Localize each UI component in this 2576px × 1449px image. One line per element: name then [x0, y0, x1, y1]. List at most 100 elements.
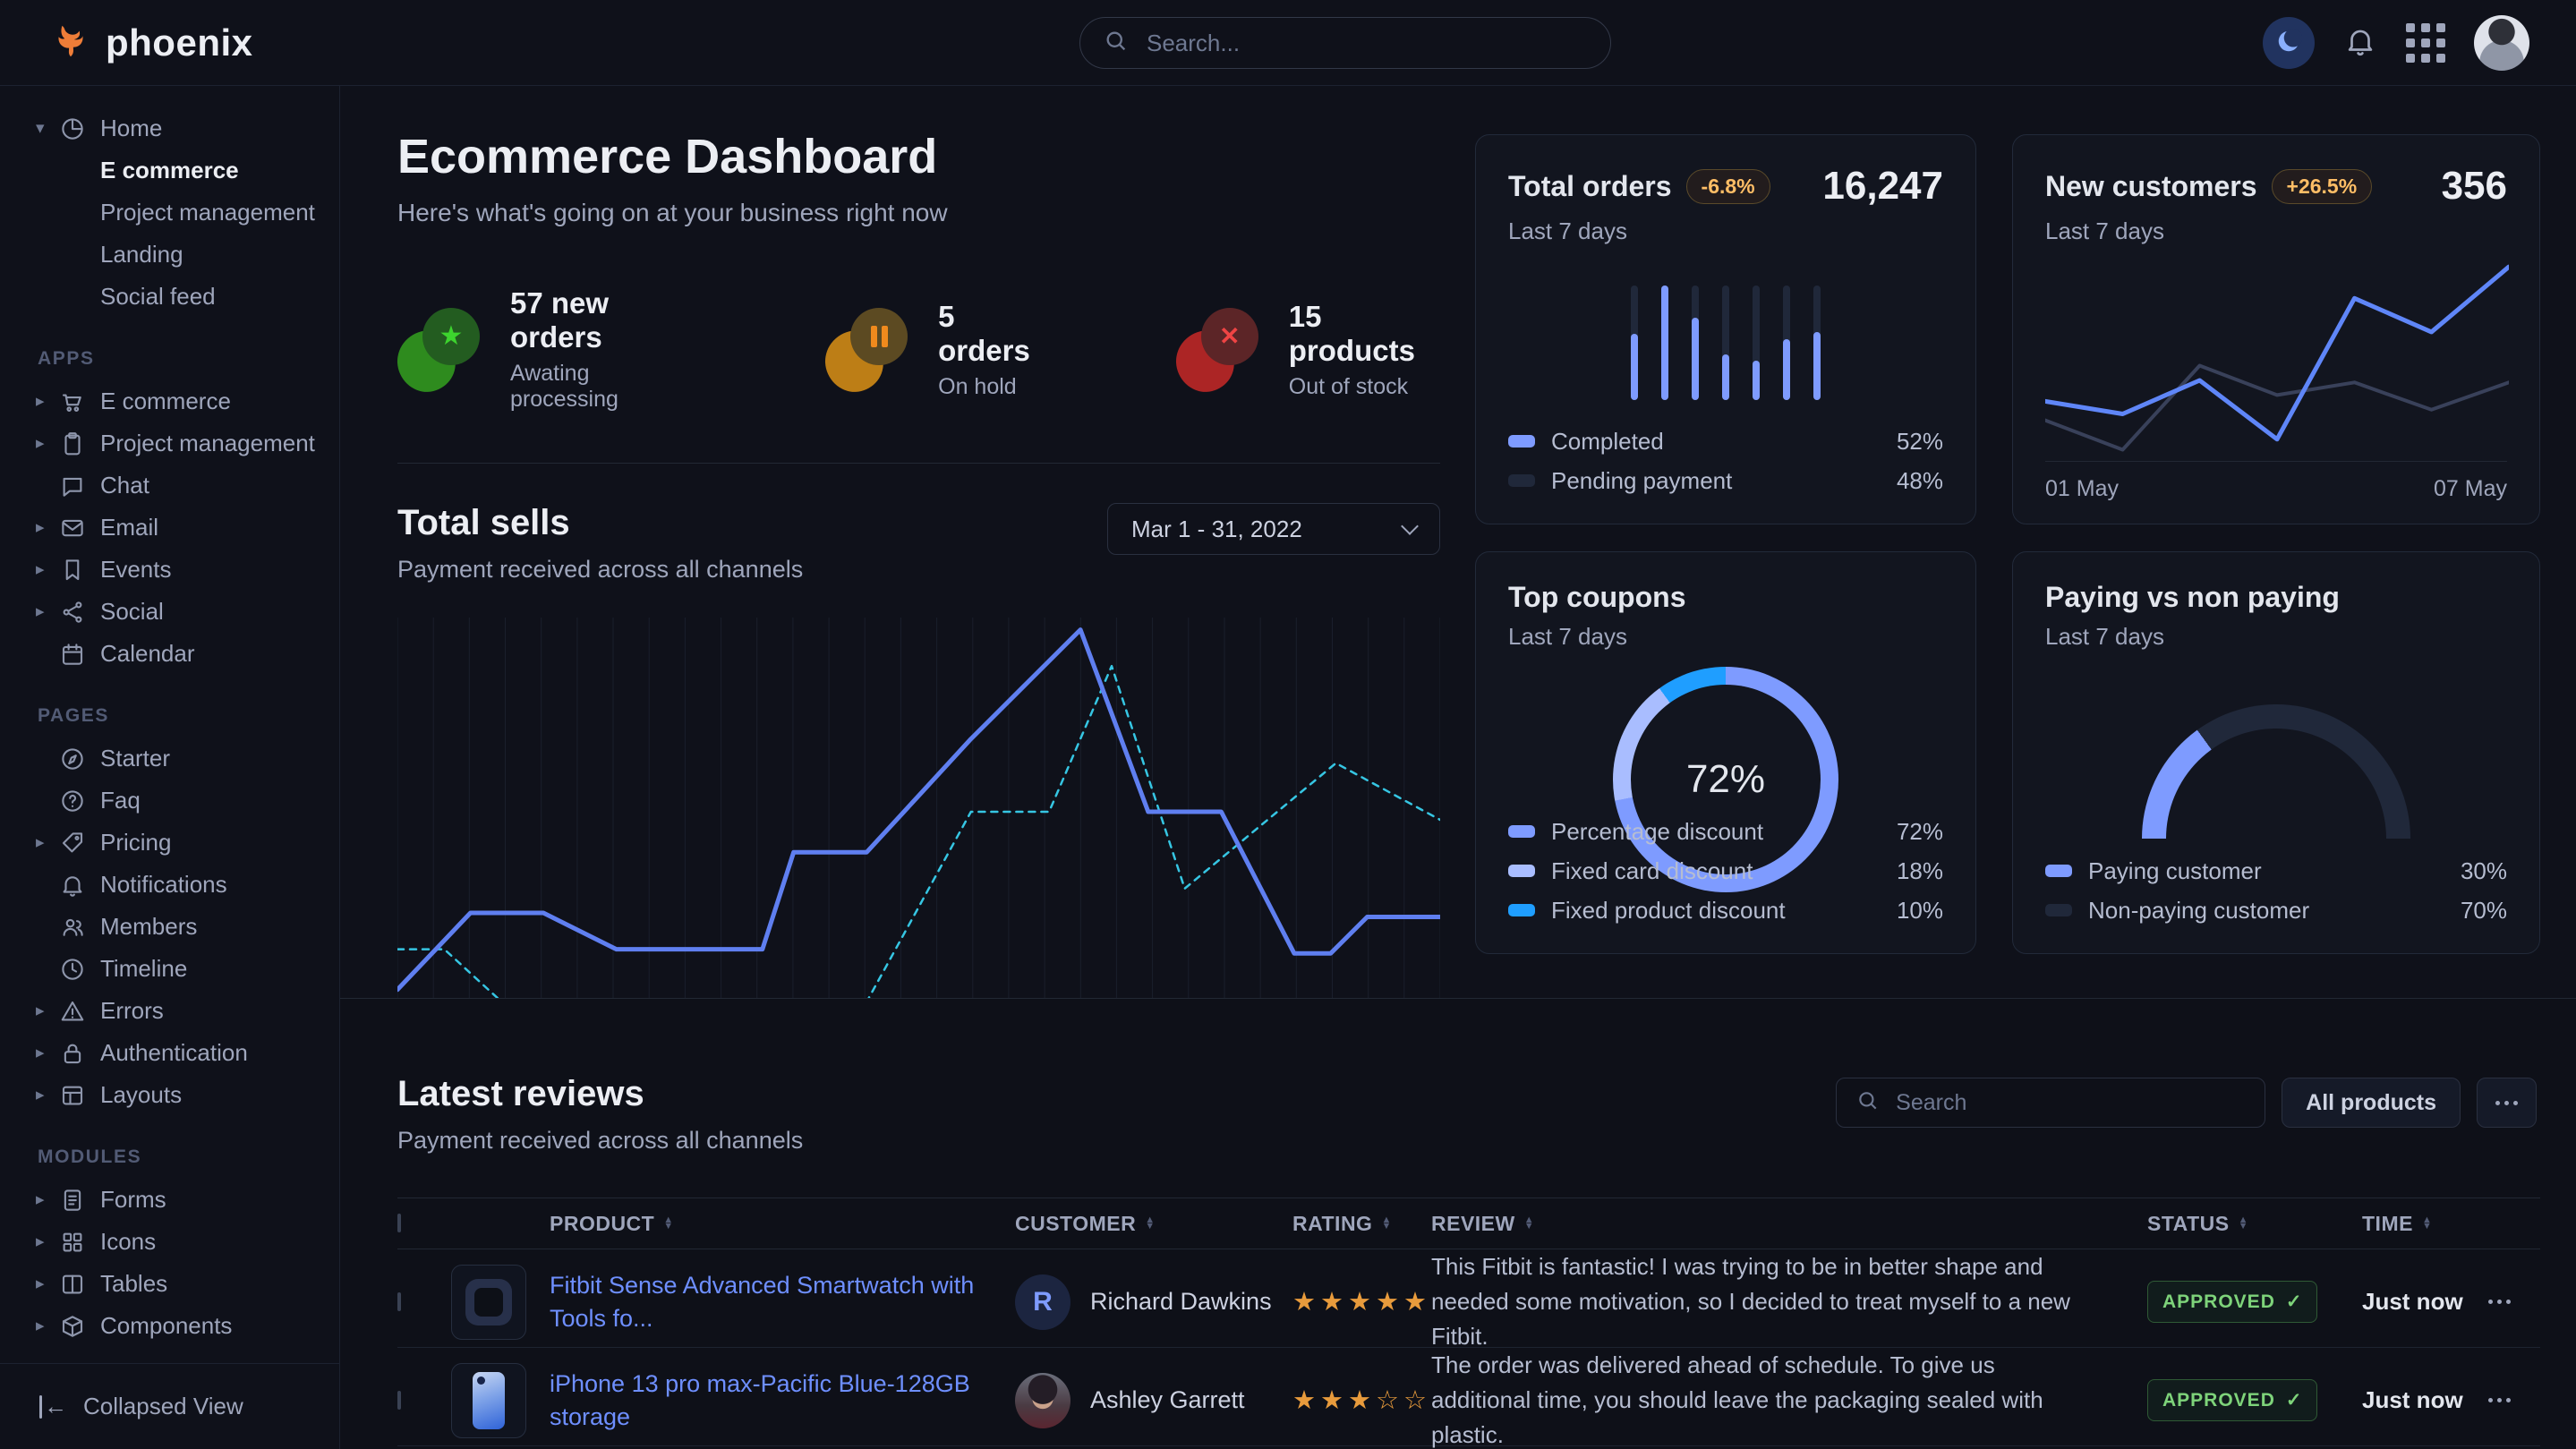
sidebar-item-starter[interactable]: Starter — [0, 737, 339, 780]
legend-row: Percentage discount 72% — [1508, 812, 1943, 851]
calendar-icon — [59, 641, 100, 668]
rating-stars: ★★★★★ — [1292, 1286, 1431, 1317]
sidebar-item-label: Forms — [100, 1186, 166, 1214]
table-row: Fitbit Sense Advanced Smartwatch with To… — [397, 1249, 2540, 1348]
layout-icon — [59, 1082, 100, 1109]
bookmark-icon — [59, 557, 100, 584]
product-thumbnail[interactable] — [451, 1363, 526, 1438]
sidebar-item-label: Pricing — [100, 829, 171, 857]
sidebar-item-calendar[interactable]: Calendar — [0, 633, 339, 675]
reviews-more-button[interactable] — [2477, 1078, 2537, 1128]
stat-value: 5 orders — [938, 300, 1042, 368]
caret-icon — [36, 1043, 59, 1063]
sidebar-item-label: Project management — [100, 430, 315, 457]
sidebar-item-pricing[interactable]: Pricing — [0, 822, 339, 864]
row-checkbox[interactable] — [397, 1391, 401, 1410]
chat-icon — [59, 473, 100, 499]
page-subtitle: Here's what's going on at your business … — [397, 199, 1440, 227]
all-products-button[interactable]: All products — [2282, 1078, 2461, 1128]
card-title: Total orders — [1508, 170, 1672, 203]
apps-menu-button[interactable] — [2406, 23, 2445, 63]
customer-avatar[interactable] — [1015, 1373, 1070, 1428]
column-header-time[interactable]: TIME▲▼ — [2362, 1212, 2488, 1236]
sidebar-item-tables[interactable]: Tables — [0, 1263, 339, 1305]
row-more-icon[interactable] — [2488, 1300, 2540, 1304]
sidebar-item-errors[interactable]: Errors — [0, 990, 339, 1032]
collapse-view-button[interactable]: ← Collapsed View — [0, 1363, 339, 1449]
caret-icon — [36, 1189, 59, 1210]
customer-avatar[interactable]: R — [1015, 1274, 1070, 1330]
caret-icon — [36, 1316, 59, 1336]
sidebar-item-home[interactable]: Home — [0, 107, 339, 149]
iphone-image — [473, 1372, 505, 1429]
card-period: Last 7 days — [2045, 217, 2507, 245]
reviews-search[interactable] — [1836, 1078, 2265, 1128]
sidebar-item-label: Authentication — [100, 1039, 248, 1067]
sidebar-item-social[interactable]: Social — [0, 591, 339, 633]
legend-label: Percentage discount — [1551, 818, 1763, 846]
sidebar-item-events[interactable]: Events — [0, 549, 339, 591]
legend-label: Fixed product discount — [1551, 897, 1786, 925]
legend-swatch — [1508, 474, 1535, 487]
sidebar-subitem-social-feed[interactable]: Social feed — [0, 276, 339, 318]
sidebar-section-pages: PAGES — [38, 705, 339, 727]
product-link[interactable]: Fitbit Sense Advanced Smartwatch with To… — [550, 1269, 1015, 1334]
column-header-customer[interactable]: CUSTOMER▲▼ — [1015, 1212, 1292, 1236]
column-header-status[interactable]: STATUS▲▼ — [2147, 1212, 2362, 1236]
sidebar: HomeE commerceProject managementLandingS… — [0, 86, 340, 1449]
column-header-product[interactable]: PRODUCT▲▼ — [550, 1212, 1015, 1236]
sidebar-item-email[interactable]: Email — [0, 507, 339, 549]
row-more-icon[interactable] — [2488, 1398, 2540, 1402]
select-all-checkbox[interactable] — [397, 1214, 401, 1232]
notifications-button[interactable] — [2343, 24, 2377, 63]
theme-toggle-button[interactable] — [2263, 17, 2315, 69]
sidebar-item-project-management[interactable]: Project management — [0, 422, 339, 465]
stat-new-orders: ★ 57 new orders Awating processing — [397, 286, 691, 413]
global-search-input[interactable] — [1145, 29, 1587, 58]
legend-swatch — [1508, 435, 1535, 447]
legend-swatch — [2045, 904, 2072, 916]
on-hold-pause-icon — [825, 308, 908, 392]
global-search[interactable] — [1079, 17, 1611, 69]
sidebar-item-components[interactable]: Components — [0, 1305, 339, 1347]
sidebar-item-faq[interactable]: Faq — [0, 780, 339, 822]
sidebar-item-members[interactable]: Members — [0, 906, 339, 948]
new-orders-star-icon: ★ — [397, 308, 480, 392]
user-avatar[interactable] — [2474, 15, 2529, 71]
sidebar-subitem-e-commerce[interactable]: E commerce — [0, 149, 339, 192]
caret-icon — [36, 391, 59, 412]
legend-label: Fixed card discount — [1551, 857, 1753, 885]
sidebar-item-forms[interactable]: Forms — [0, 1179, 339, 1221]
reviews-subtitle: Payment received across all channels — [397, 1127, 2540, 1155]
sidebar-item-layouts[interactable]: Layouts — [0, 1074, 339, 1116]
customer-cell: Ashley Garrett — [1015, 1373, 1292, 1428]
sidebar-section-modules: MODULES — [38, 1146, 339, 1168]
cart-icon — [59, 388, 100, 415]
sidebar-item-label: E commerce — [100, 388, 231, 415]
row-checkbox[interactable] — [397, 1292, 401, 1311]
legend-row: Completed 52% — [1508, 422, 1943, 461]
column-header-review[interactable]: REVIEW▲▼ — [1431, 1212, 2147, 1236]
legend-swatch — [1508, 904, 1535, 916]
sidebar-item-icons[interactable]: Icons — [0, 1221, 339, 1263]
sidebar-subitem-project-management[interactable]: Project management — [0, 192, 339, 234]
sidebar-item-e-commerce[interactable]: E commerce — [0, 380, 339, 422]
sidebar-item-chat[interactable]: Chat — [0, 465, 339, 507]
product-thumbnail[interactable] — [451, 1265, 526, 1340]
new-customers-x-axis: 01 May 07 May — [2045, 461, 2507, 502]
column-header-rating[interactable]: RATING▲▼ — [1292, 1212, 1431, 1236]
sidebar-item-notifications[interactable]: Notifications — [0, 864, 339, 906]
sidebar-item-timeline[interactable]: Timeline — [0, 948, 339, 990]
caret-icon — [36, 1232, 59, 1252]
collapse-left-icon: ← — [39, 1393, 67, 1420]
product-link[interactable]: iPhone 13 pro max-Pacific Blue-128GB sto… — [550, 1368, 1015, 1433]
legend-swatch — [1508, 825, 1535, 838]
sidebar-item-authentication[interactable]: Authentication — [0, 1032, 339, 1074]
brand-logo[interactable]: phoenix — [50, 0, 253, 86]
phoenix-flame-icon — [50, 21, 91, 66]
stat-out-of-stock: ✕ 15 products Out of stock — [1176, 300, 1440, 400]
card-value: 16,247 — [1822, 164, 1943, 209]
date-range-select[interactable]: Mar 1 - 31, 2022 — [1107, 503, 1440, 555]
reviews-search-input[interactable] — [1894, 1089, 2245, 1117]
sidebar-subitem-landing[interactable]: Landing — [0, 234, 339, 276]
